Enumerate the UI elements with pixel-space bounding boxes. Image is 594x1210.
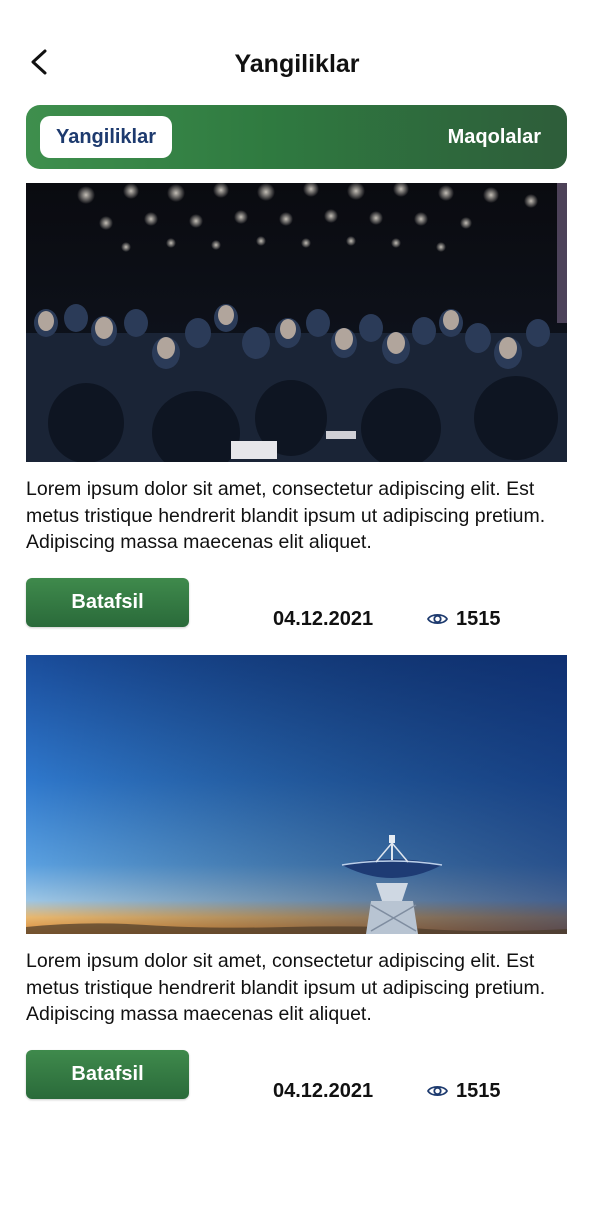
views-count: 1515 xyxy=(456,1079,501,1102)
news-image[interactable] xyxy=(26,183,567,462)
views-counter: 1515 xyxy=(427,608,501,631)
tab-yangiliklar[interactable]: Yangiliklar xyxy=(40,116,172,158)
news-image[interactable] xyxy=(26,655,567,934)
news-date: 04.12.2021 xyxy=(273,1079,374,1102)
eye-icon xyxy=(427,613,448,625)
views-count: 1515 xyxy=(456,607,501,630)
views-counter: 1515 xyxy=(427,1080,501,1103)
page-title: Yangiliklar xyxy=(234,50,360,78)
eye-icon xyxy=(427,1085,448,1097)
news-footer: Batafsil 04.12.2021 1515 xyxy=(26,1049,567,1110)
app-header: Yangiliklar xyxy=(0,0,594,100)
news-date: 04.12.2021 xyxy=(273,607,374,630)
read-more-button[interactable]: Batafsil xyxy=(26,577,189,627)
news-excerpt: Lorem ipsum dolor sit amet, consectetur … xyxy=(26,950,546,1025)
news-excerpt: Lorem ipsum dolor sit amet, consectetur … xyxy=(26,478,546,553)
radio-telescope-sunset-photo xyxy=(26,655,567,934)
tab-bar: Yangiliklar Maqolalar xyxy=(26,105,567,169)
news-card[interactable]: Lorem ipsum dolor sit amet, consectetur … xyxy=(26,183,567,638)
news-card[interactable]: Lorem ipsum dolor sit amet, consectetur … xyxy=(26,655,567,1110)
read-more-button[interactable]: Batafsil xyxy=(26,1049,189,1099)
tab-maqolalar[interactable]: Maqolalar xyxy=(431,116,541,158)
news-footer: Batafsil 04.12.2021 1515 xyxy=(26,577,567,638)
conference-audience-photo xyxy=(26,183,567,462)
